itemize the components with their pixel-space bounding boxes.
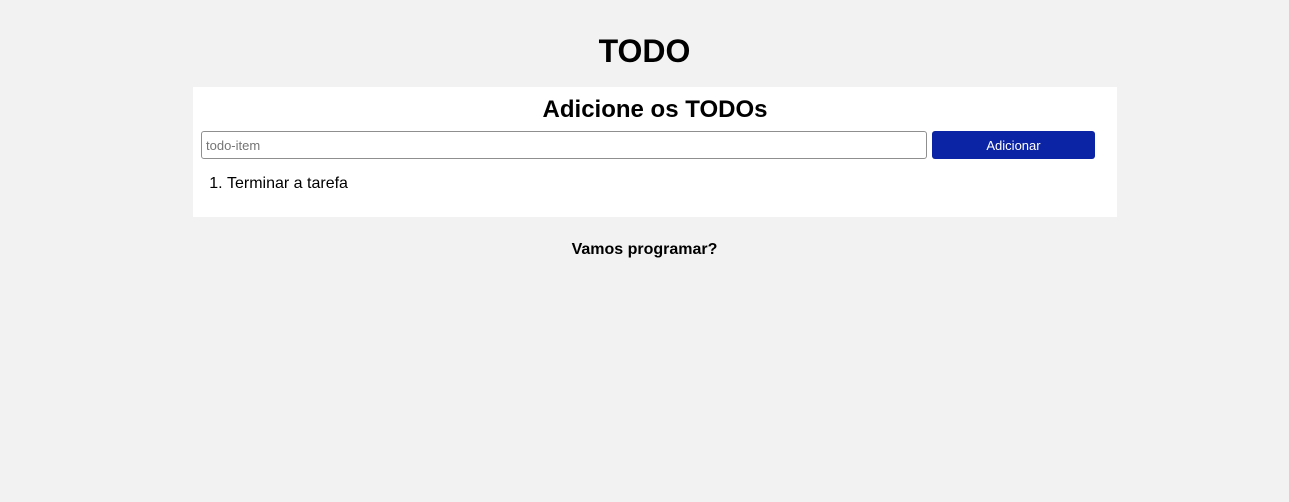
todo-list-item: Terminar a tarefa bbox=[227, 174, 348, 193]
add-button[interactable]: Adicionar bbox=[932, 131, 1095, 159]
card-title: Adicione os TODOs bbox=[542, 96, 768, 123]
todo-list: Terminar a tarefa bbox=[193, 174, 348, 193]
footer-text: Vamos programar? bbox=[571, 241, 718, 258]
todo-card: Adicione os TODOs Adicionar Terminar a t… bbox=[193, 87, 1117, 217]
todo-item-input[interactable] bbox=[201, 131, 927, 159]
page-title: TODO bbox=[598, 33, 691, 69]
